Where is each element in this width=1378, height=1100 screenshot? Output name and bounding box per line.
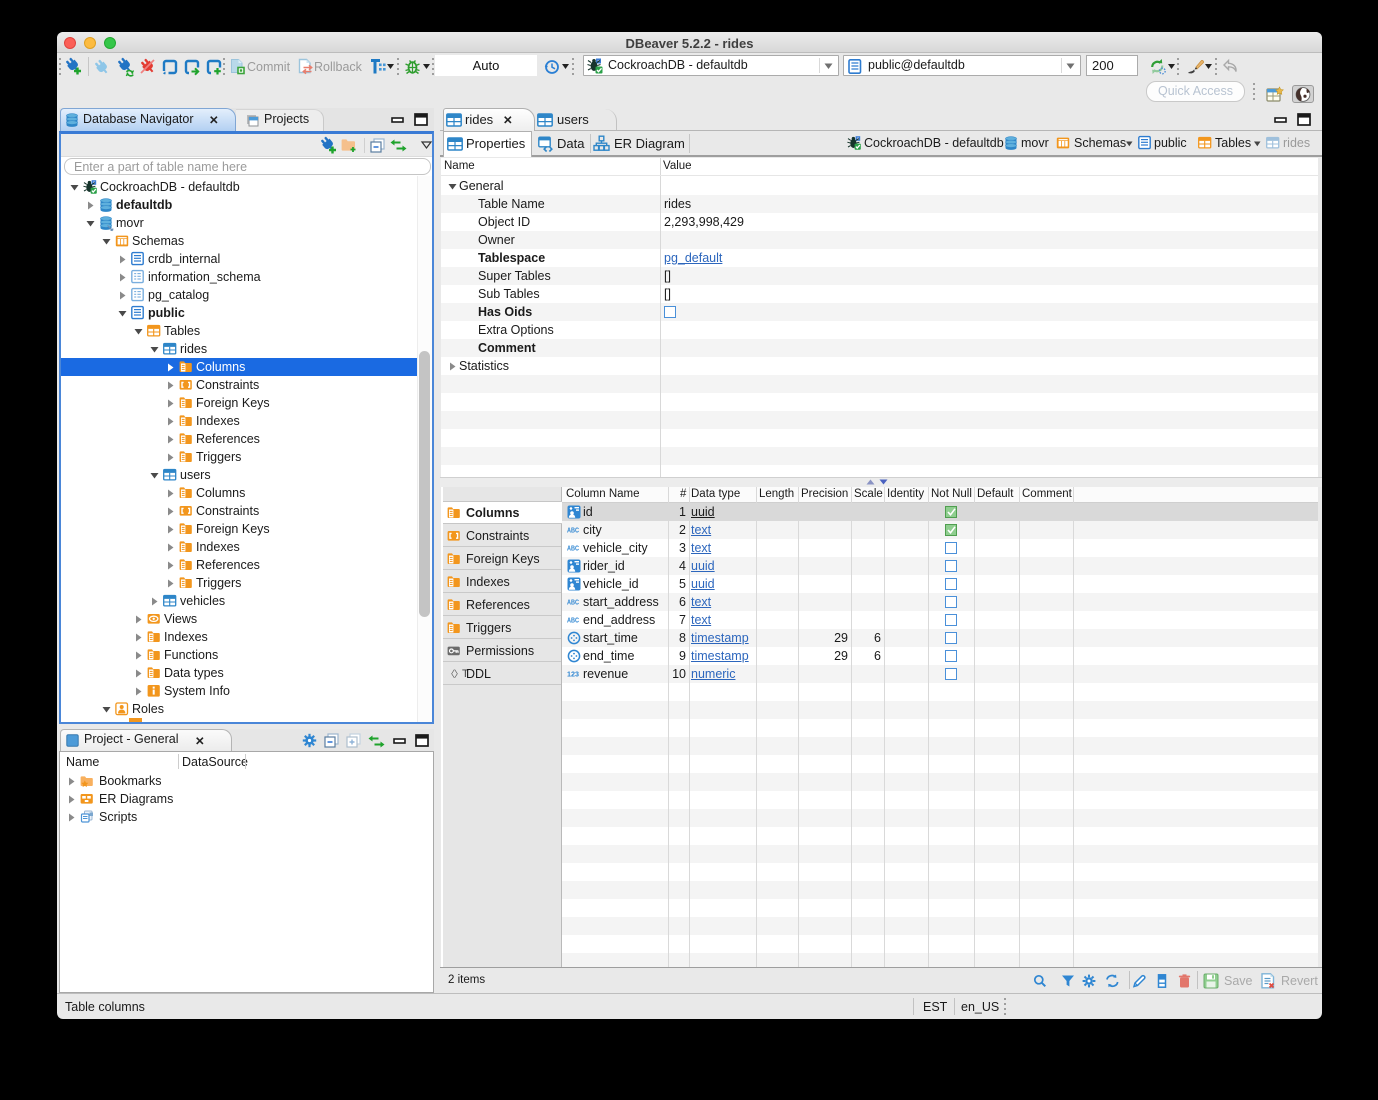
svg-text:123: 123	[567, 672, 579, 679]
svg-text:ABC: ABC	[567, 546, 579, 553]
svg-text:ABC: ABC	[567, 618, 579, 625]
svg-text:ABC: ABC	[567, 528, 579, 535]
svg-text:ABC: ABC	[567, 600, 579, 607]
